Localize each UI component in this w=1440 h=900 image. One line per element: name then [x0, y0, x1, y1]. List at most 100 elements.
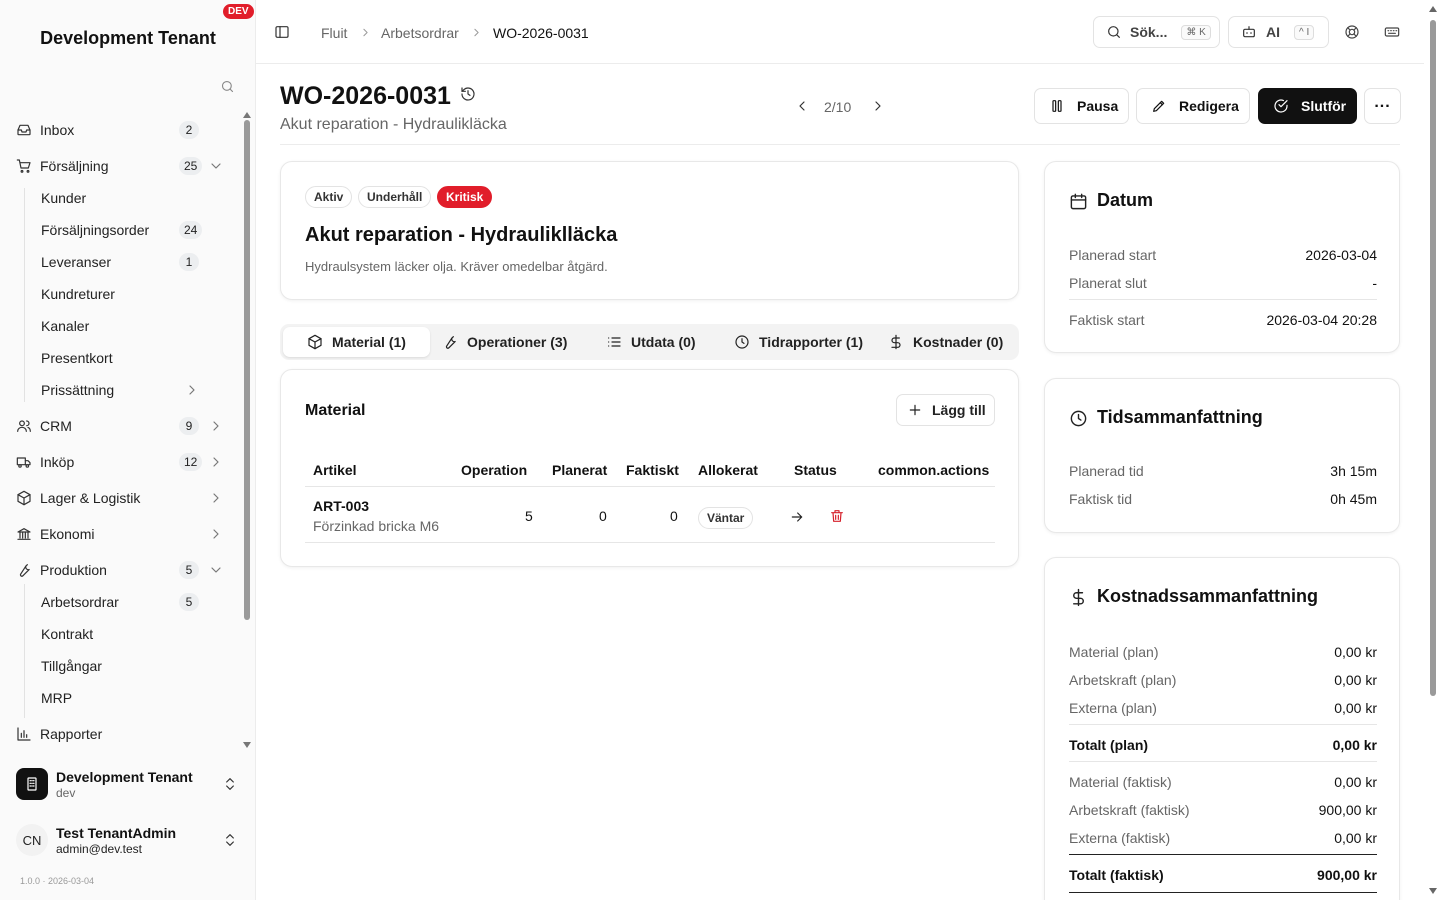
- column-header: Artikel: [313, 462, 357, 478]
- sidebar-item-reports[interactable]: Rapporter: [0, 718, 240, 750]
- sidebar-item-purchasing[interactable]: Inköp 12: [0, 446, 240, 478]
- article-number[interactable]: ART-003: [313, 498, 369, 514]
- org-switcher[interactable]: Development Tenant dev: [16, 764, 242, 804]
- sidebar-item-label: Kanaler: [41, 318, 90, 334]
- tab-timesheets[interactable]: Tidrapporter (1): [734, 327, 863, 357]
- sidebar-item-channels[interactable]: Kanaler: [0, 310, 240, 342]
- tab-operations[interactable]: Operationer (3): [442, 327, 567, 357]
- avatar: CN: [16, 824, 48, 856]
- sidebar-item-crm[interactable]: CRM 9: [0, 410, 240, 442]
- sidebar-item-label: Lager & Logistik: [40, 490, 141, 506]
- sidebar-toggle-icon[interactable]: [274, 24, 290, 40]
- sidebar-item-sales[interactable]: Försäljning 25: [0, 150, 240, 182]
- user-name: Test TenantAdmin: [56, 825, 177, 841]
- sidebar-item-contracts[interactable]: Kontrakt: [0, 618, 240, 650]
- column-header: Planerat: [552, 462, 608, 478]
- package-icon: [307, 334, 332, 350]
- dollar-icon: [888, 334, 913, 350]
- scroll-thumb[interactable]: [1430, 20, 1436, 696]
- org-slug: dev: [56, 786, 76, 800]
- sidebar-item-pricing[interactable]: Prissättning: [0, 374, 240, 406]
- tab-output[interactable]: Utdata (0): [606, 327, 696, 357]
- work-order-info-card: Aktiv Underhåll Kritisk Akut reparation …: [280, 161, 1019, 300]
- chevron-left-icon[interactable]: [794, 98, 810, 114]
- scroll-down-arrow[interactable]: [1429, 888, 1437, 894]
- scroll-thumb[interactable]: [244, 120, 250, 620]
- list-icon: [606, 334, 631, 350]
- scroll-up-arrow[interactable]: [1429, 6, 1437, 12]
- sidebar-item-label: Prissättning: [41, 382, 115, 398]
- help-icon[interactable]: [1344, 24, 1360, 40]
- count-badge: 5: [179, 593, 199, 611]
- breadcrumb-item[interactable]: Arbetsordrar: [381, 25, 459, 41]
- search-shortcut: ⌘ K: [1181, 24, 1211, 40]
- tab-label: Kostnader (0): [913, 334, 1004, 350]
- sidebar-item-sales-orders[interactable]: Försäljningsorder 24: [0, 214, 240, 246]
- divider: [1069, 724, 1377, 725]
- history-icon[interactable]: [460, 86, 476, 102]
- edit-button[interactable]: Redigera: [1136, 88, 1250, 124]
- complete-button[interactable]: Slutför: [1258, 88, 1357, 124]
- tab-costs[interactable]: Kostnader (0): [888, 327, 1003, 357]
- column-header: Faktiskt: [626, 462, 679, 478]
- clock-icon: [734, 334, 759, 350]
- tab-label: Tidrapporter (1): [759, 334, 863, 350]
- bot-icon: [1241, 24, 1257, 40]
- scroll-down-arrow[interactable]: [243, 742, 251, 748]
- sidebar-item-returns[interactable]: Kundreturer: [0, 278, 240, 310]
- sidebar-item-finance[interactable]: Ekonomi: [0, 518, 240, 550]
- add-material-button[interactable]: Lägg till: [896, 394, 995, 426]
- sidebar-item-customers[interactable]: Kunder: [0, 182, 240, 214]
- ai-button[interactable]: AI ^ I: [1228, 16, 1329, 48]
- count-badge: 9: [179, 417, 199, 435]
- search-icon[interactable]: [220, 79, 235, 94]
- sidebar-item-production[interactable]: Produktion 5: [0, 554, 240, 586]
- work-order-title: Akut reparation - Hydrauliklläcka: [305, 224, 618, 246]
- chevron-right-icon: [184, 382, 200, 398]
- tab-label: Utdata (0): [631, 334, 696, 350]
- sidebar-item-deliveries[interactable]: Leveranser 1: [0, 246, 240, 278]
- divider: [1069, 854, 1377, 855]
- sidebar-item-inventory[interactable]: Lager & Logistik: [0, 482, 240, 514]
- sidebar-item-label: CRM: [40, 418, 72, 434]
- breadcrumb-item[interactable]: Fluit: [321, 25, 347, 41]
- pause-label: Pausa: [1077, 98, 1119, 114]
- search-button[interactable]: Sök... ⌘ K: [1093, 16, 1220, 48]
- sidebar-item-inbox[interactable]: Inbox 2: [0, 114, 240, 146]
- chevron-right-icon[interactable]: [870, 98, 886, 114]
- chevron-down-icon: [208, 562, 224, 578]
- sidebar-item-giftcards[interactable]: Presentkort: [0, 342, 240, 374]
- sidebar-item-label: Inköp: [40, 454, 75, 470]
- sidebar-item-assets[interactable]: Tillgångar: [0, 650, 240, 682]
- table-divider: [305, 542, 995, 543]
- actual-cell: 0: [670, 508, 678, 524]
- page-scrollbar[interactable]: [1428, 0, 1438, 900]
- article-description: Förzinkad bricka M6: [313, 518, 440, 534]
- search-icon: [1106, 24, 1122, 40]
- sidebar-item-label: Inbox: [40, 122, 75, 138]
- planned-cell: 0: [599, 508, 607, 524]
- arrow-right-icon[interactable]: [789, 509, 805, 525]
- sidebar-item-label: Presentkort: [41, 350, 113, 366]
- add-label: Lägg till: [932, 402, 986, 418]
- type-badge: Underhåll: [358, 186, 432, 208]
- pause-button[interactable]: Pausa: [1034, 88, 1129, 124]
- trash-icon[interactable]: [829, 508, 845, 524]
- main-content: WO-2026-0031 Akut reparation - Hydraulik…: [256, 64, 1424, 900]
- divider: [1069, 892, 1377, 893]
- more-actions-button[interactable]: ...: [1364, 88, 1401, 124]
- cart-icon: [16, 158, 32, 174]
- keyboard-icon[interactable]: [1384, 24, 1400, 40]
- sidebar-item-label: Kontrakt: [41, 626, 94, 642]
- scroll-up-arrow[interactable]: [243, 112, 251, 118]
- tab-material[interactable]: Material (1): [283, 327, 430, 357]
- divider: [1069, 761, 1377, 762]
- user-menu[interactable]: CN Test TenantAdmin admin@dev.test: [16, 820, 242, 860]
- column-header: common.actions: [878, 462, 990, 478]
- priority-badge: Kritisk: [437, 186, 493, 208]
- sidebar-item-mrp[interactable]: MRP: [0, 682, 240, 714]
- sidebar-scrollbar[interactable]: [243, 112, 251, 748]
- sidebar-item-work-orders[interactable]: Arbetsordrar 5: [0, 586, 240, 618]
- column-header: Status: [794, 462, 837, 478]
- search-label: Sök...: [1130, 24, 1168, 40]
